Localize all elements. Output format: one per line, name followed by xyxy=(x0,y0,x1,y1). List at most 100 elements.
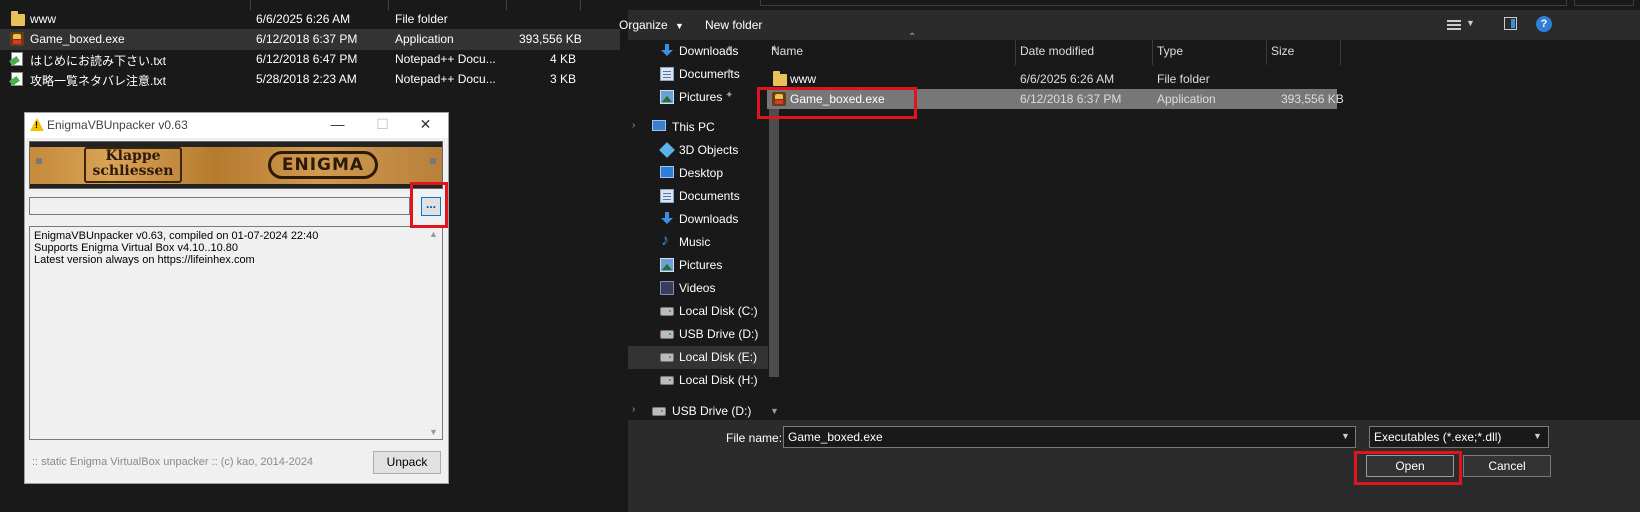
nav-item-this-pc[interactable]: › This PC xyxy=(628,116,768,139)
log-textarea[interactable]: EnigmaVBUnpacker v0.63, compiled on 01-0… xyxy=(29,226,443,440)
nav-item-local-disk-e[interactable]: Local Disk (E:) xyxy=(628,346,768,369)
unpacker-window: EnigmaVBUnpacker v0.63 — ☐ ✕ Klappe schl… xyxy=(25,113,448,483)
videos-icon xyxy=(660,281,674,295)
organize-button[interactable]: Organize ▼ xyxy=(619,18,684,32)
nav-label: Pictures xyxy=(679,258,723,272)
download-icon xyxy=(660,44,674,58)
pin-icon: ✦ xyxy=(725,44,734,55)
help-icon[interactable]: ? xyxy=(1536,16,1552,32)
file-date: 6/6/2025 6:26 AM xyxy=(256,12,351,26)
close-button[interactable]: ✕ xyxy=(403,113,448,138)
nav-item-downloads[interactable]: Downloads xyxy=(628,208,768,231)
new-folder-button[interactable]: New folder xyxy=(705,18,762,32)
rivet-icon xyxy=(430,158,436,164)
file-type: Application xyxy=(1157,92,1216,106)
column-header-size[interactable]: Size xyxy=(1271,44,1294,58)
file-row-game-boxed[interactable]: Game_boxed.exe 6/12/2018 6:37 PM Applica… xyxy=(0,29,620,50)
cancel-button[interactable]: Cancel xyxy=(1463,455,1551,477)
path-input[interactable] xyxy=(29,197,410,215)
file-size: 3 KB xyxy=(550,72,577,86)
warning-icon xyxy=(30,118,44,131)
column-header-name[interactable]: Name xyxy=(771,44,803,58)
nav-scroll-thumb[interactable] xyxy=(769,92,779,377)
nav-label: Documents xyxy=(679,189,740,203)
rivet-icon xyxy=(36,158,42,164)
klappe-schliessen-stamp: Klappe schliessen xyxy=(84,147,182,183)
nav-item-videos[interactable]: Videos xyxy=(628,277,768,300)
file-row-walkthrough[interactable]: 攻略一覧ネタバレ注意.txt 5/28/2018 2:23 AM Notepad… xyxy=(0,69,620,90)
unpack-button[interactable]: Unpack xyxy=(373,451,441,474)
organize-label: Organize xyxy=(619,18,668,32)
file-type: File folder xyxy=(1157,72,1210,86)
computer-icon xyxy=(652,120,666,131)
column-separator[interactable] xyxy=(1015,40,1016,65)
dialog-bottom-bar: File name: Game_boxed.exe ▼ Executables … xyxy=(628,420,1640,512)
nav-item-local-disk-h[interactable]: Local Disk (H:) xyxy=(628,369,768,392)
file-type: Notepad++ Docu... xyxy=(395,52,496,66)
dialog-toolbar: Organize ▼ New folder ▼ ? xyxy=(619,10,1640,40)
log-line: Latest version always on https://lifeinh… xyxy=(34,254,255,266)
file-row-www[interactable]: www 6/6/2025 6:26 AM File folder xyxy=(766,69,1336,89)
chevron-down-icon: ▼ xyxy=(675,21,684,31)
file-type: Notepad++ Docu... xyxy=(395,72,496,86)
file-type-filter[interactable]: Executables (*.exe;*.dll) xyxy=(1369,426,1549,448)
scroll-up-icon[interactable]: ▲ xyxy=(429,229,438,239)
disk-icon xyxy=(652,407,666,416)
nav-item-local-disk-c[interactable]: Local Disk (C:) xyxy=(628,300,768,323)
chevron-right-icon[interactable]: › xyxy=(632,404,635,415)
column-separator[interactable] xyxy=(1340,40,1341,65)
file-date: 5/28/2018 2:23 AM xyxy=(256,72,357,86)
nav-label: Pictures xyxy=(679,90,723,104)
nav-item-usb-drive-d[interactable]: USB Drive (D:) xyxy=(628,323,768,346)
file-name: はじめにお読み下さい.txt xyxy=(30,54,167,68)
document-icon xyxy=(660,189,674,203)
file-date: 6/12/2018 6:37 PM xyxy=(256,32,358,46)
desktop-icon xyxy=(660,166,674,178)
file-type: Application xyxy=(395,32,454,46)
pictures-icon xyxy=(660,258,674,272)
highlight-selected-file xyxy=(757,87,917,119)
pin-icon: ✦ xyxy=(725,67,734,78)
nav-item-documents[interactable]: Documents xyxy=(628,185,768,208)
scroll-down-icon[interactable]: ▼ xyxy=(429,427,438,437)
column-header-date[interactable]: Date modified xyxy=(1020,44,1094,58)
nav-item-pictures[interactable]: Pictures xyxy=(628,254,768,277)
file-name: www xyxy=(790,72,816,86)
stamp-line-2: schliessen xyxy=(92,163,174,179)
enigma-logo: ENIGMA xyxy=(268,151,378,179)
log-line: Supports Enigma Virtual Box v4.10..10.80 xyxy=(34,242,239,254)
file-row-www[interactable]: www 6/6/2025 6:26 AM File folder xyxy=(0,9,620,30)
minimize-button[interactable]: — xyxy=(315,113,360,138)
filename-input[interactable]: Game_boxed.exe xyxy=(783,426,1356,448)
column-header-type[interactable]: Type xyxy=(1157,44,1183,58)
nav-item-music[interactable]: Music xyxy=(628,231,768,254)
nav-label: Local Disk (H:) xyxy=(679,373,758,387)
download-icon xyxy=(660,212,674,226)
view-dropdown-icon[interactable]: ▼ xyxy=(1466,18,1475,28)
nav-item-downloads-quick[interactable]: Downloads ✦ xyxy=(628,40,768,63)
filename-label: File name: xyxy=(726,431,783,445)
scroll-down-icon[interactable]: ▼ xyxy=(770,406,779,416)
maximize-button[interactable]: ☐ xyxy=(360,113,405,138)
disk-icon xyxy=(660,376,674,385)
preview-pane-icon[interactable] xyxy=(1504,17,1517,30)
footer-credit: :: static Enigma VirtualBox unpacker :: … xyxy=(32,456,314,468)
chevron-right-icon[interactable]: › xyxy=(632,120,635,131)
unpacker-titlebar[interactable]: EnigmaVBUnpacker v0.63 — ☐ ✕ xyxy=(25,113,448,138)
nav-item-3d-objects[interactable]: 3D Objects xyxy=(628,139,768,162)
column-separator[interactable] xyxy=(1266,40,1267,65)
chevron-down-icon[interactable]: ▼ xyxy=(1533,431,1542,441)
nav-item-documents-quick[interactable]: Documents ✦ xyxy=(628,63,768,86)
app-icon xyxy=(10,32,24,46)
nav-item-desktop[interactable]: Desktop xyxy=(628,162,768,185)
nav-item-pictures-quick[interactable]: Pictures ✦ xyxy=(628,86,768,109)
log-scrollbar[interactable]: ▲ ▼ xyxy=(425,227,442,439)
address-bar[interactable] xyxy=(760,0,1567,6)
chevron-down-icon[interactable]: ▼ xyxy=(1341,431,1350,441)
nav-label: Local Disk (C:) xyxy=(679,304,758,318)
search-box[interactable] xyxy=(1574,0,1634,6)
column-separator[interactable] xyxy=(1152,40,1153,65)
file-row-readme[interactable]: はじめにお読み下さい.txt 6/12/2018 6:47 PM Notepad… xyxy=(0,49,620,70)
file-size: 4 KB xyxy=(550,52,577,66)
view-options-icon[interactable] xyxy=(1447,19,1461,31)
